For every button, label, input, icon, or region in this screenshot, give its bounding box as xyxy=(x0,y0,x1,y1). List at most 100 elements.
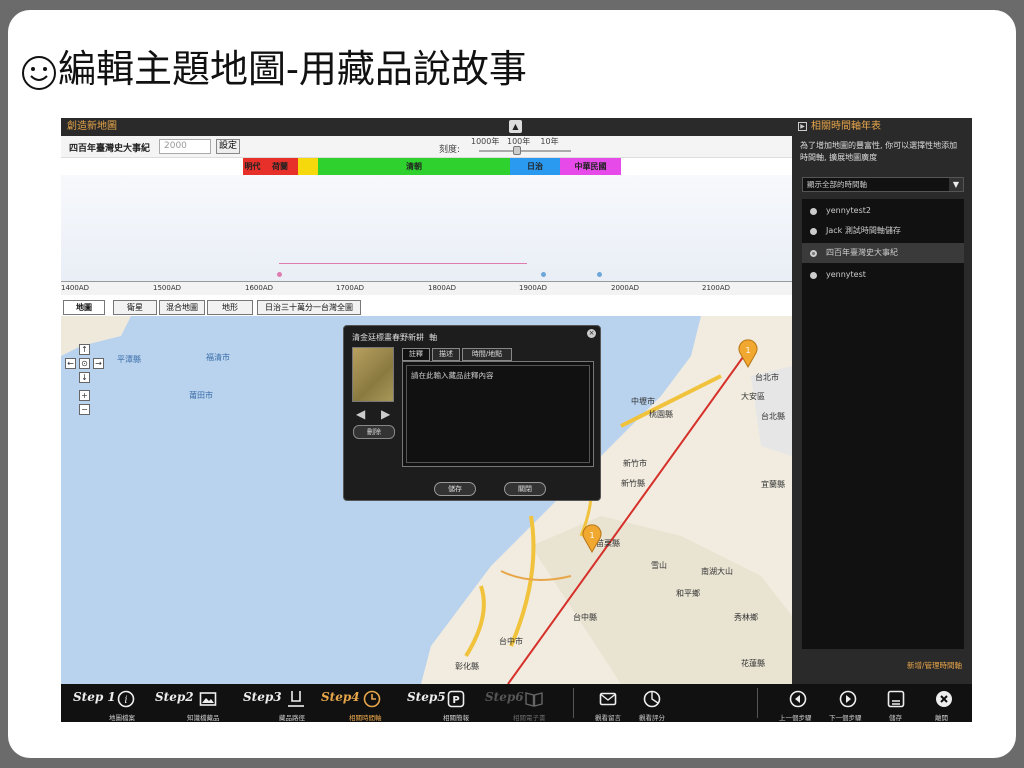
timeline-list-item[interactable]: yennytest2 xyxy=(802,201,964,221)
dialog-close-icon[interactable]: × xyxy=(587,329,596,338)
map-marker-pin[interactable]: 1 xyxy=(737,338,759,368)
step-caption: 藏品路徑 xyxy=(279,714,305,722)
dialog-close-button[interactable]: 關閉 xyxy=(504,482,546,496)
timeline-list-item[interactable]: yennytest xyxy=(802,265,964,285)
annotation-textarea-frame: 請在此輸入藏品註釋內容 xyxy=(402,361,594,467)
map-tab-terrain[interactable]: 地形 xyxy=(207,300,253,315)
save-button[interactable]: 儲存 xyxy=(879,688,915,722)
step-caption: 上一個步驟 xyxy=(779,714,812,722)
year-input[interactable]: 2000 xyxy=(159,139,211,154)
related-timelines-panel: ▶ 相關時間軸年表 為了增加地圖的豐富性, 你可以選擇性地添加時間軸, 擴展地圖廣… xyxy=(792,118,972,684)
timeline-range-line xyxy=(279,263,527,264)
step-5-button[interactable]: Step5 P 相關簡報 xyxy=(407,688,487,722)
side-title-text: 相關時間軸年表 xyxy=(811,121,881,132)
view-ratings-button[interactable]: 觀看評分 xyxy=(635,688,675,722)
map-editor-app: 創造新地圖 ▲ 四百年臺灣史大事紀 2000 設定 刻度: 1000年 100年… xyxy=(61,118,972,722)
era-japanese: 日治 xyxy=(510,158,560,175)
map-label: 和平鄉 xyxy=(676,589,700,598)
timeline-canvas[interactable] xyxy=(61,175,792,283)
zoom-in-button[interactable]: + xyxy=(79,390,90,401)
step-1-button[interactable]: Step 1 i 地圖檔案 xyxy=(73,688,143,722)
exit-icon xyxy=(936,691,952,707)
next-step-button[interactable]: 下一個步驟 xyxy=(827,688,873,722)
pan-center-button[interactable]: ⊙ xyxy=(79,358,90,369)
main-title: 創造新地圖 xyxy=(67,121,117,132)
side-description: 為了增加地圖的豐富性, 你可以選擇性地添加時間軸, 擴展地圖廣度 xyxy=(800,141,958,162)
map-label: 台中縣 xyxy=(573,613,597,622)
view-comments-button[interactable]: 觀看留言 xyxy=(591,688,631,722)
pan-left-button[interactable]: ← xyxy=(65,358,76,369)
toolbar-divider xyxy=(573,688,574,718)
step-4-button[interactable]: Step4 相關時間軸 xyxy=(321,688,401,722)
timeline-event-dot[interactable] xyxy=(597,272,602,277)
tick-label: 2100AD xyxy=(702,284,730,292)
collapse-up-button[interactable]: ▲ xyxy=(509,120,522,133)
manage-timelines-link[interactable]: 新增/管理時間軸 xyxy=(907,660,962,671)
step-2-button[interactable]: Step2 知識檔藏品 xyxy=(155,688,235,722)
main-titlebar: 創造新地圖 ▲ xyxy=(61,118,792,136)
exit-button[interactable]: 離開 xyxy=(925,688,961,722)
bullet-icon xyxy=(810,208,817,215)
item-annotation-dialog: 清金廷標畫春野新耕 軸 × ◀ ▶ 刪除 註釋 描述 時間/地點 請在此輸入藏品… xyxy=(343,325,601,501)
map-label: 新竹市 xyxy=(623,459,647,468)
map-label: 台北縣 xyxy=(761,412,785,421)
step-caption: 離開 xyxy=(935,714,948,722)
map-label: 中壢市 xyxy=(631,397,655,406)
map-label: 莆田市 xyxy=(189,391,213,400)
step-label: Step5 xyxy=(407,690,446,704)
pan-down-button[interactable]: ↓ xyxy=(79,372,90,383)
tick-label: 1700AD xyxy=(336,284,364,292)
map-tab-map[interactable]: 地圖 xyxy=(63,300,105,315)
map-tab-satellite[interactable]: 衛星 xyxy=(113,300,157,315)
map-label: 秀林鄉 xyxy=(734,613,758,622)
expand-icon[interactable]: ▶ xyxy=(798,121,807,131)
prev-next-arrows[interactable]: ◀ ▶ xyxy=(356,407,396,421)
timeline-list-item-active[interactable]: 四百年臺灣史大事紀 xyxy=(802,243,964,263)
tab-description[interactable]: 描述 xyxy=(432,348,460,361)
timeline-filter-select[interactable]: 顯示全部的時間軸 ▼ xyxy=(802,177,964,192)
image-icon xyxy=(199,692,217,706)
tick-label: 1800AD xyxy=(428,284,456,292)
pan-up-button[interactable]: ↑ xyxy=(79,344,90,355)
mail-icon xyxy=(599,692,617,706)
annotation-textarea[interactable]: 請在此輸入藏品註釋內容 xyxy=(406,365,590,463)
path-icon xyxy=(288,691,304,707)
step-3-button[interactable]: Step3 藏品路徑 xyxy=(243,688,323,722)
select-value: 顯示全部的時間軸 xyxy=(807,180,867,189)
scale-slider-track[interactable] xyxy=(479,150,571,152)
timeline-event-dot[interactable] xyxy=(541,272,546,277)
step-label: Step4 xyxy=(321,690,360,704)
side-title: ▶ 相關時間軸年表 xyxy=(792,118,972,136)
dialog-save-button[interactable]: 儲存 xyxy=(434,482,476,496)
book-icon xyxy=(525,692,543,707)
map-tab-hybrid[interactable]: 混合地圖 xyxy=(159,300,205,315)
chevron-down-icon[interactable]: ▼ xyxy=(949,178,963,191)
delete-button[interactable]: 刪除 xyxy=(353,425,395,439)
scale-slider-knob[interactable] xyxy=(513,146,521,155)
prev-step-button[interactable]: 上一個步驟 xyxy=(777,688,823,722)
era-qing: 清朝 xyxy=(318,158,510,175)
step-caption: 相關簡報 xyxy=(443,714,469,722)
item-label: yennytest xyxy=(826,270,866,279)
map-label: 台中市 xyxy=(499,637,523,646)
step-caption: 儲存 xyxy=(889,714,902,722)
prev-icon xyxy=(789,690,807,708)
tab-time-location[interactable]: 時間/地點 xyxy=(462,348,512,361)
map-marker-pin[interactable]: 1 xyxy=(581,523,603,553)
tick-label: 2000AD xyxy=(611,284,639,292)
step-caption: 下一個步驟 xyxy=(829,714,862,722)
zoom-out-button[interactable]: − xyxy=(79,404,90,415)
timeline-event-dot[interactable] xyxy=(277,272,282,277)
step-6-button: Step6 相關電子書 xyxy=(485,688,565,722)
tick-label: 1900AD xyxy=(519,284,547,292)
map-tab-historic[interactable]: 日治三十萬分一台灣全圖 xyxy=(257,300,361,315)
tick-label: 1500AD xyxy=(153,284,181,292)
era-roc: 中華民國 xyxy=(560,158,621,175)
step-label: Step3 xyxy=(243,690,282,704)
tab-annotation[interactable]: 註釋 xyxy=(402,348,430,361)
pan-right-button[interactable]: → xyxy=(93,358,104,369)
map-label: 南湖大山 xyxy=(701,567,733,576)
timeline-list-item[interactable]: Jack 測試時間軸儲存 xyxy=(802,221,964,241)
set-button[interactable]: 設定 xyxy=(216,139,240,154)
era-ming: 明代 xyxy=(243,158,262,175)
